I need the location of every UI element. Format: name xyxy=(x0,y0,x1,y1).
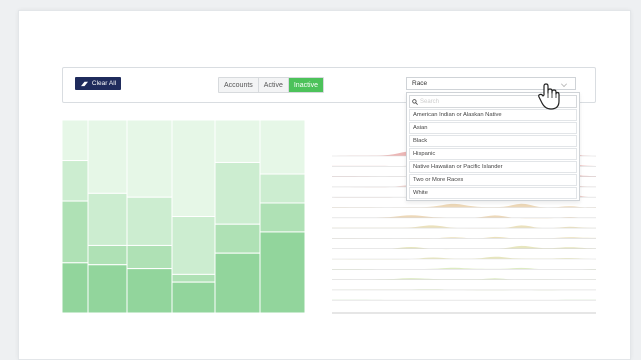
account-status-segmented-control: Accounts Active Inactive xyxy=(218,77,324,93)
mosaic-chart xyxy=(62,120,305,313)
clear-all-button[interactable]: Clear All xyxy=(75,77,121,90)
mosaic-cell[interactable] xyxy=(87,192,128,246)
dropdown-option[interactable]: Native Hawaiian or Pacific Islander xyxy=(409,161,577,173)
mosaic-cell[interactable] xyxy=(126,244,173,270)
hand-cursor-icon xyxy=(538,83,560,110)
segment-inactive[interactable]: Inactive xyxy=(288,78,323,92)
clear-all-label: Clear All xyxy=(91,80,117,87)
mosaic-cell[interactable] xyxy=(259,202,305,233)
mosaic-cell[interactable] xyxy=(62,120,89,162)
mosaic-cell[interactable] xyxy=(214,161,261,225)
mosaic-cell[interactable] xyxy=(62,200,89,264)
mosaic-cell[interactable] xyxy=(259,231,305,313)
dropdown-option[interactable]: Black xyxy=(409,135,577,147)
mosaic-cell[interactable] xyxy=(126,120,173,198)
dropdown-option[interactable]: Hispanic xyxy=(409,148,577,160)
mosaic-cell[interactable] xyxy=(171,120,216,217)
mosaic-cell[interactable] xyxy=(62,262,89,313)
eraser-icon xyxy=(80,81,88,87)
mosaic-cell[interactable] xyxy=(214,120,261,163)
race-select-value: Race xyxy=(412,80,428,87)
mosaic-cell[interactable] xyxy=(171,216,216,275)
mosaic-cell[interactable] xyxy=(87,244,128,266)
mosaic-cell[interactable] xyxy=(126,268,173,313)
mosaic-cell[interactable] xyxy=(62,160,89,202)
dropdown-option[interactable]: Two or More Races xyxy=(409,174,577,186)
mosaic-cell[interactable] xyxy=(87,120,128,194)
dropdown-option[interactable]: Asian xyxy=(409,122,577,134)
mosaic-cell[interactable] xyxy=(171,273,216,283)
search-icon xyxy=(412,98,418,105)
dropdown-search-placeholder: Search xyxy=(420,98,440,105)
mosaic-cell[interactable] xyxy=(259,173,305,204)
mosaic-cell[interactable] xyxy=(214,252,261,313)
mosaic-cell[interactable] xyxy=(259,120,305,175)
segment-accounts[interactable]: Accounts xyxy=(219,78,259,92)
mosaic-cell[interactable] xyxy=(171,281,216,313)
segment-active[interactable]: Active xyxy=(258,78,289,92)
mosaic-cell[interactable] xyxy=(87,264,128,313)
mosaic-cell[interactable] xyxy=(214,223,261,254)
dropdown-option[interactable]: White xyxy=(409,187,577,199)
mosaic-cell[interactable] xyxy=(126,196,173,246)
